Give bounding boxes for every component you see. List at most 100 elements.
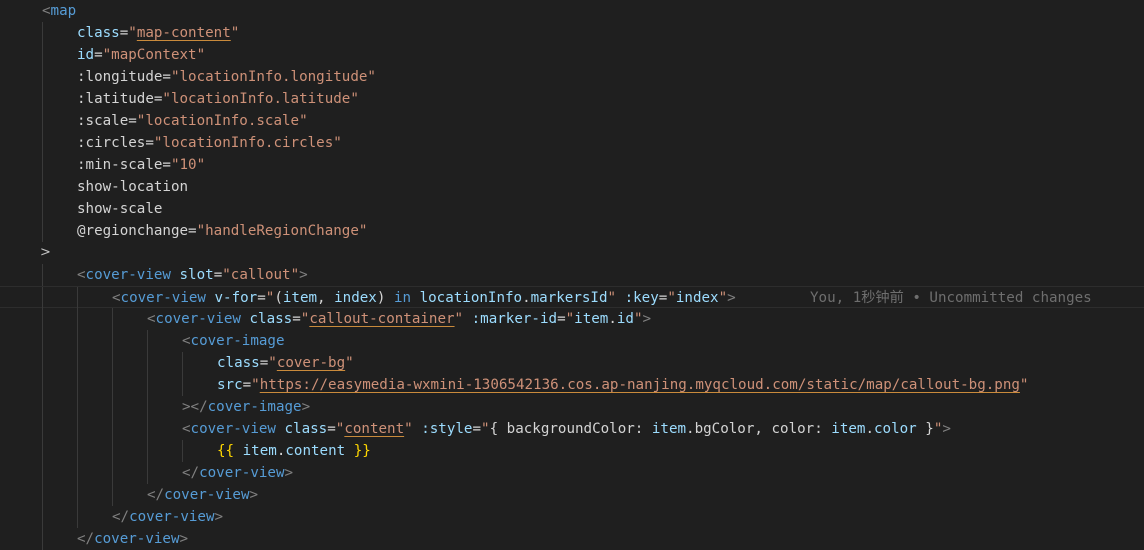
indent-guide (112, 440, 113, 462)
indent-guide (42, 330, 43, 352)
code-text: src="https://easymedia-wxmini-1306542136… (217, 374, 1028, 396)
code-token: " (345, 355, 354, 371)
code-line[interactable]: </cover-view> (0, 484, 1144, 506)
code-text: class="cover-bg" (217, 352, 354, 374)
code-line[interactable]: <cover-view class="content" :style="{ ba… (0, 418, 1144, 440)
code-token: " (230, 25, 240, 41)
code-line[interactable]: :circles="locationInfo.circles" (0, 132, 1144, 154)
code-line[interactable]: :min-scale="10" (0, 154, 1144, 176)
code-text: <cover-view class="content" :style="{ ba… (182, 418, 951, 440)
code-token: index (675, 290, 719, 306)
code-text: <cover-view slot="callout"> (77, 264, 308, 286)
code-token: map (50, 3, 77, 19)
code-token: class (77, 25, 120, 41)
code-token: = (472, 421, 482, 437)
indent-guide (77, 484, 78, 506)
code-editor[interactable]: <map class="map-content" id="mapContext":l… (0, 0, 1144, 550)
code-token: > (179, 531, 189, 547)
indent-guide (112, 374, 113, 396)
code-token: "locationInfo.longitude" (170, 69, 376, 85)
code-line[interactable]: </cover-view> (0, 528, 1144, 550)
indent-guide (112, 308, 113, 330)
indent-guide (182, 374, 183, 396)
code-token: > (942, 421, 951, 437)
code-line[interactable]: class="map-content" (0, 22, 1144, 44)
code-line[interactable]: class="cover-bg" (0, 352, 1144, 374)
code-token: @regionchange (77, 223, 189, 239)
code-line[interactable]: <cover-view class="callout-container" :m… (0, 308, 1144, 330)
code-token: " (481, 421, 490, 437)
code-line[interactable]: <map (0, 0, 1144, 22)
code-text: class="map-content" (77, 22, 239, 44)
code-token: "mapContext" (102, 47, 206, 63)
code-token: src (217, 377, 243, 393)
code-line[interactable]: :longitude="locationInfo.longitude" (0, 66, 1144, 88)
indent-guide (77, 418, 78, 440)
code-line[interactable]: ></cover-image> (0, 396, 1144, 418)
code-line[interactable]: </cover-view> (0, 506, 1144, 528)
code-token: slot (179, 267, 214, 283)
code-token: = (145, 135, 154, 151)
indent-guide (147, 440, 148, 462)
indent-guide (42, 506, 43, 528)
code-line[interactable]: show-location (0, 176, 1144, 198)
code-token: = (242, 377, 252, 393)
indent-guide (77, 287, 78, 309)
code-line[interactable]: {{ item.content }} (0, 440, 1144, 462)
code-token: bgColor (694, 421, 755, 437)
code-token: ( (274, 290, 283, 306)
code-token: = (162, 69, 171, 85)
code-text: :min-scale="10" (77, 154, 205, 176)
indent-guide (112, 484, 113, 506)
code-line[interactable]: :scale="locationInfo.scale" (0, 110, 1144, 132)
indent-guide (42, 528, 43, 550)
code-line[interactable]: <cover-image (0, 330, 1144, 352)
indent-guide (77, 440, 78, 462)
code-token: = (162, 157, 171, 173)
code-token: callout-container (309, 311, 455, 327)
code-token: locationInfo (419, 290, 523, 306)
code-line[interactable]: show-scale (0, 198, 1144, 220)
code-token: = (94, 47, 103, 63)
indent-guide (42, 110, 43, 132)
indent-guide (42, 308, 43, 330)
code-text: </cover-view> (112, 506, 223, 528)
code-token: </ (112, 509, 130, 525)
code-token: </ (182, 465, 200, 481)
code-token: " (565, 311, 575, 327)
code-line[interactable]: </cover-view> (0, 462, 1144, 484)
code-token: cover-view (94, 531, 180, 547)
code-text: show-scale (77, 198, 162, 220)
code-token: item (574, 311, 609, 327)
code-line[interactable]: > (0, 242, 1144, 264)
indent-guide (42, 220, 43, 242)
code-line[interactable]: id="mapContext" (0, 44, 1144, 66)
code-text: <cover-view class="callout-container" :m… (147, 308, 651, 330)
code-line-current[interactable]: <cover-view v-for="(item, index) in loca… (0, 286, 1144, 309)
code-line[interactable]: <cover-view slot="callout"> (0, 264, 1144, 286)
code-line[interactable]: src="https://easymedia-wxmini-1306542136… (0, 374, 1144, 396)
code-line[interactable]: @regionchange="handleRegionChange" (0, 220, 1144, 242)
indent-guide (42, 484, 43, 506)
code-token: }} (353, 443, 371, 459)
code-line[interactable]: :latitude="locationInfo.latitude" (0, 88, 1144, 110)
code-text: :scale="locationInfo.scale" (77, 110, 308, 132)
code-token: cover-view (155, 311, 241, 327)
code-token: class (217, 355, 260, 371)
indent-guide (182, 352, 183, 374)
code-token: :key (624, 290, 659, 306)
code-token: "locationInfo.circles" (153, 135, 342, 151)
fold-chevron-icon[interactable]: > (40, 242, 51, 264)
code-token: :min-scale (77, 157, 163, 173)
code-token: content (344, 421, 405, 437)
code-token: cover-view (120, 290, 206, 306)
indent-guide (147, 374, 148, 396)
code-token: = (213, 267, 223, 283)
indent-guide (77, 352, 78, 374)
